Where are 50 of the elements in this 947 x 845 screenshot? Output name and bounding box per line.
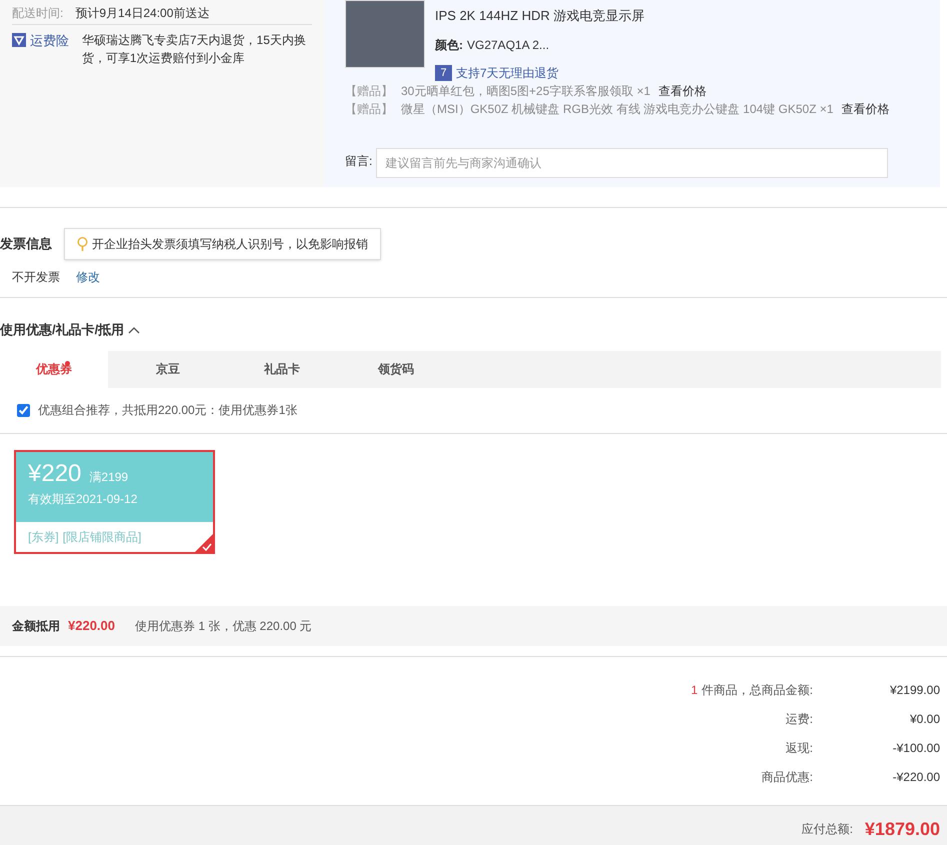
total-value: ¥2199.00 [888, 682, 940, 698]
coupon-tag: [限店铺限商品] [62, 528, 142, 546]
discount-title: 使用优惠/礼品卡/抵用 [0, 321, 124, 339]
message-field[interactable]: 建议留言前先与商家沟通确认 [376, 148, 888, 178]
delivery-label: 配送时间: [12, 4, 64, 22]
coupon-expiry: 有效期至2021-09-12 [28, 490, 138, 508]
discount-tab[interactable]: 礼品卡 [228, 350, 336, 388]
recommend-checkbox[interactable] [17, 404, 30, 416]
product-title: IPS 2K 144HZ HDR 游戏电竞显示屏 [435, 7, 644, 25]
summary-text: 使用优惠券 1 张，优惠 220.00 元 [135, 618, 312, 634]
lightbulb-icon [77, 236, 88, 252]
invoice-tip-text: 开企业抬头发票须填写纳税人识别号，以免影响报销 [92, 236, 368, 253]
coupon-amount: ¥220 [28, 460, 82, 488]
gift-text: 30元晒单红包，晒图5图+25字联系客服领取 ×1 [401, 83, 650, 100]
total-label: 件商品，总商品金额: [702, 682, 813, 698]
check-corner-icon [195, 534, 213, 552]
summary-amount: ¥220.00 [68, 616, 115, 635]
color-label: 颜色: [435, 36, 463, 54]
total-label: 商品优惠: [762, 768, 813, 786]
gift-tag: 【赠品】 [345, 100, 393, 118]
message-label: 留言: [345, 153, 372, 170]
total-value: -¥220.00 [892, 768, 940, 786]
discount-tab[interactable]: 领货码 [342, 350, 450, 388]
payable-label: 应付总额: [802, 821, 853, 838]
invoice-title: 发票信息 [0, 235, 52, 254]
check-price-link[interactable]: 查看价格 [841, 100, 890, 118]
gift-text: 微星（MSI）GK50Z 机械键盘 RGB光效 有线 游戏电竞办公键盘 104键 GK50Z ×1 [401, 101, 834, 118]
chevron-icon[interactable] [128, 326, 140, 334]
insurance-link[interactable]: 运费险 [30, 31, 69, 50]
return-policy[interactable]: 支持7天无理由退货 [456, 64, 559, 82]
invoice-value: 不开发票 [12, 269, 60, 286]
summary-label: 金额抵用 [12, 618, 60, 634]
invoice-edit-link[interactable]: 修改 [76, 268, 100, 286]
total-value: ¥0.00 [908, 710, 940, 728]
total-label: 返现: [786, 740, 813, 756]
total-label: 运费: [786, 710, 813, 728]
return-badge: 7 [435, 65, 452, 81]
total-value: -¥100.00 [892, 740, 940, 756]
shield-icon [12, 33, 26, 47]
check-price-link[interactable]: 查看价格 [658, 82, 706, 100]
gift-tag: 【赠品】 [345, 82, 393, 100]
item-count: 1 [690, 682, 698, 698]
insurance-text: 华硕瑞达腾飞专卖店7天内退货，15天内换货，可享1次运费赔付到小金库 [82, 32, 307, 67]
delivery-value: 预计9月14日24:00前送达 [75, 4, 210, 22]
discount-tab[interactable]: 京豆 [114, 350, 222, 388]
coupon-condition: 满2199 [89, 468, 128, 486]
recommend-text: 优惠组合推荐，共抵用220.00元：使用优惠券1张 [38, 402, 298, 419]
color-value: VG27AQ1A 2... [467, 36, 550, 54]
payable-amount: ¥1879.00 [864, 818, 940, 840]
coupon-tag: [东券] [28, 528, 59, 546]
